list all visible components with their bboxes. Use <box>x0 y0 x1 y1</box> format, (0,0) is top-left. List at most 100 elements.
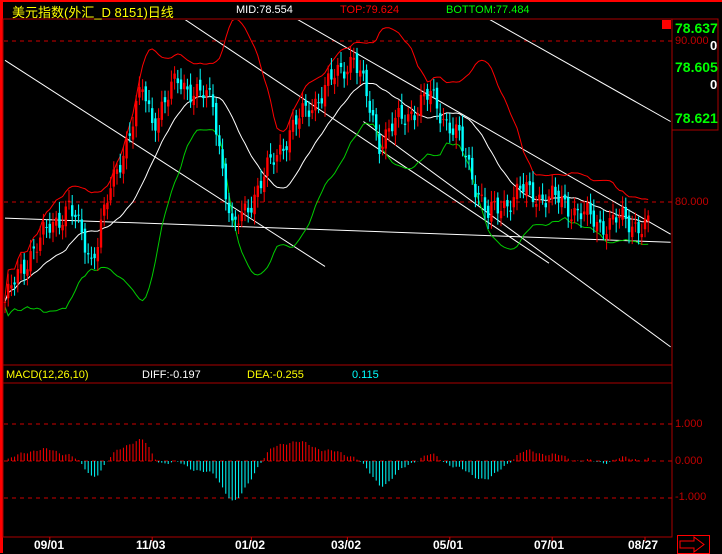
candle-body <box>432 89 435 91</box>
candle-body <box>538 194 541 201</box>
candle-body <box>51 221 55 233</box>
candle-body <box>13 282 16 285</box>
candle-body <box>579 213 583 220</box>
candle-body <box>295 115 298 125</box>
candle-body <box>3 301 7 303</box>
candle-body <box>599 219 602 223</box>
right-value-2: 78.605 <box>675 59 718 75</box>
candle-body <box>394 117 397 136</box>
candle-body <box>339 63 343 67</box>
candle-body <box>637 221 640 234</box>
date-label: 05/01 <box>433 538 464 552</box>
candle-body <box>202 95 205 99</box>
candle-body <box>435 87 439 109</box>
candle-body <box>26 269 29 276</box>
candle-body <box>141 89 144 92</box>
candle-body <box>275 155 279 162</box>
candle-body <box>563 194 567 200</box>
candle-body <box>19 264 23 274</box>
candle-body <box>483 197 487 211</box>
candle-body <box>29 251 32 272</box>
date-label: 03/02 <box>331 538 362 552</box>
candle-body <box>343 71 346 79</box>
date-label: 09/01 <box>34 538 65 552</box>
candle-body <box>551 185 554 200</box>
candle-body <box>605 234 608 240</box>
candle-body <box>179 79 183 90</box>
candle-body <box>189 84 192 103</box>
right-value-1: 78.637 <box>675 20 718 36</box>
candle-body <box>195 84 199 97</box>
candle-body <box>375 114 378 130</box>
candle-body <box>163 97 167 103</box>
candle-body <box>227 202 231 214</box>
candle-body <box>301 103 304 118</box>
candle-body <box>458 125 461 131</box>
candle-body <box>55 217 58 226</box>
candle-body <box>349 56 352 73</box>
candle-body <box>557 190 560 203</box>
panel-toggle-button[interactable] <box>662 20 671 29</box>
candle-body <box>426 88 429 100</box>
candle-body <box>509 210 512 212</box>
candle-body <box>467 154 471 160</box>
chart-title: 美元指数(外汇_D 8151)日线 <box>12 5 174 20</box>
candle-body <box>477 192 480 195</box>
candle-body <box>592 210 595 227</box>
candle-body <box>224 163 227 200</box>
candle-body <box>323 85 327 107</box>
candle-body <box>298 118 301 129</box>
candle-body <box>445 119 448 121</box>
candle-body <box>464 155 467 158</box>
candle-body <box>327 73 330 86</box>
scroll-right-button[interactable] <box>677 535 710 554</box>
candle-body <box>643 218 647 230</box>
candle-body <box>269 154 272 158</box>
candle-body <box>138 87 141 98</box>
candle-body <box>144 86 147 102</box>
candle-body <box>282 148 285 151</box>
candle-body <box>99 219 103 248</box>
candle-body <box>147 100 151 105</box>
candle-body <box>80 219 83 233</box>
candle-body <box>243 203 247 211</box>
candle-body <box>528 181 531 186</box>
candle-body <box>160 101 163 120</box>
candle-body <box>461 126 464 152</box>
candle-body <box>359 70 362 77</box>
candle-body <box>480 194 483 196</box>
candle-body <box>352 57 355 60</box>
candle-body <box>23 259 26 274</box>
candle-body <box>621 207 624 220</box>
candle-body <box>221 149 224 169</box>
candle-body <box>515 183 519 200</box>
top-value: TOP:79.624 <box>340 4 400 16</box>
candle-body <box>355 53 359 73</box>
candle-body <box>237 223 240 225</box>
candle-body <box>487 205 490 218</box>
candle-body <box>371 110 375 116</box>
right-zero-1: 0 <box>710 38 718 53</box>
chart-canvas[interactable] <box>0 0 722 553</box>
macd-header-frame <box>2 364 673 384</box>
date-label: 11/03 <box>136 538 166 552</box>
candle-body <box>451 128 455 135</box>
candle-body <box>135 101 138 127</box>
candle-body <box>285 146 288 151</box>
candle-body <box>48 223 51 233</box>
candle-body <box>378 133 381 154</box>
candle-body <box>205 90 208 97</box>
candle-body <box>115 169 119 174</box>
candle-body <box>525 182 528 197</box>
candle-body <box>266 157 269 177</box>
candle-body <box>157 118 160 133</box>
candle-body <box>211 94 215 108</box>
candle-body <box>77 214 80 216</box>
candle-body <box>173 73 176 79</box>
candle-body <box>320 98 323 104</box>
candle-body <box>125 138 128 159</box>
candle-body <box>512 197 515 208</box>
candle-body <box>429 90 432 105</box>
candle-body <box>106 202 109 210</box>
candle-body <box>419 94 423 116</box>
